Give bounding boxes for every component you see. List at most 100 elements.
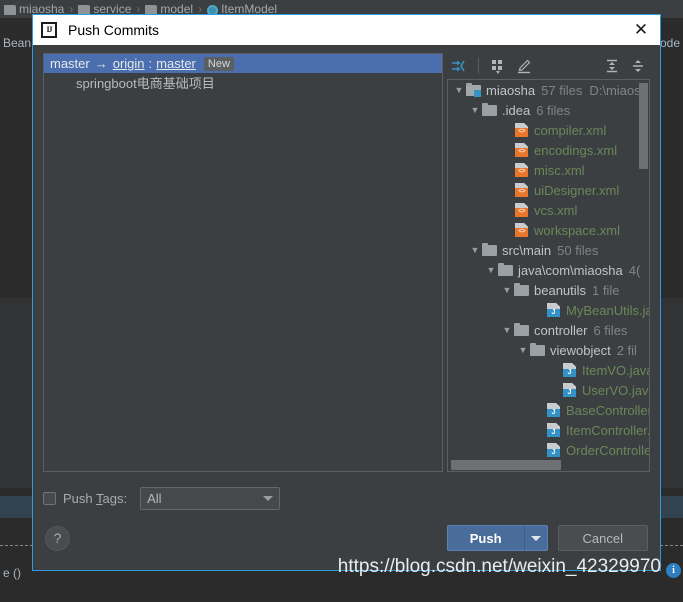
tree-expand-toggle-icon[interactable]: ▼ bbox=[468, 105, 482, 115]
tree-row[interactable]: ▼java\com\miaosha4( bbox=[448, 260, 649, 280]
dialog-titlebar: IJ Push Commits ✕ bbox=[33, 15, 660, 45]
collapse-all-icon[interactable] bbox=[626, 55, 650, 77]
tree-row[interactable]: ▼ src\main 50 files bbox=[448, 240, 649, 260]
push-tags-value: All bbox=[147, 491, 263, 506]
tree-vertical-scrollbar[interactable] bbox=[639, 81, 648, 459]
commit-list[interactable]: master → origin : master New springboot电… bbox=[43, 53, 443, 472]
java-file-icon bbox=[546, 302, 562, 318]
tree-row[interactable]: compiler.xml bbox=[448, 120, 649, 140]
close-icon[interactable]: ✕ bbox=[626, 17, 656, 43]
tree-node-file-count: 57 files bbox=[541, 83, 582, 98]
tree-node-name: uiDesigner.xml bbox=[534, 183, 619, 198]
tree-toolbar bbox=[447, 53, 650, 79]
scrollbar-thumb[interactable] bbox=[639, 83, 648, 169]
tree-row[interactable]: ItemVO.java bbox=[448, 360, 649, 380]
tree-node-name: viewobject bbox=[550, 343, 611, 358]
status-badge: New bbox=[204, 57, 234, 71]
xml-file-icon bbox=[514, 182, 530, 198]
commit-message: springboot电商基础项目 bbox=[76, 73, 215, 92]
push-dropdown-arrow-icon[interactable] bbox=[524, 525, 548, 551]
folder-icon bbox=[4, 5, 16, 15]
chevron-down-icon bbox=[263, 496, 273, 501]
folder-icon bbox=[482, 242, 498, 258]
tree-expand-toggle-icon[interactable]: ▼ bbox=[516, 345, 530, 355]
tree-horizontal-scrollbar[interactable] bbox=[449, 460, 638, 470]
show-diff-icon[interactable] bbox=[447, 55, 471, 77]
folder-module-icon bbox=[466, 82, 482, 98]
tree-row[interactable]: ▼miaosha57 filesD:\miaosh bbox=[448, 80, 649, 100]
tree-node-name: MyBeanUtils.ja bbox=[566, 303, 649, 318]
tree-row[interactable]: OrderControlle bbox=[448, 440, 649, 460]
tree-row[interactable]: BaseController bbox=[448, 400, 649, 420]
tree-node-name: vcs.xml bbox=[534, 203, 577, 218]
folder-icon bbox=[498, 262, 514, 278]
group-by-icon[interactable] bbox=[486, 55, 510, 77]
tree-expand-toggle-icon[interactable]: ▼ bbox=[500, 325, 514, 335]
tree-expand-toggle-icon[interactable]: ▼ bbox=[500, 285, 514, 295]
tree-rows-container: ▼miaosha57 filesD:\miaosh▼.idea6 filesco… bbox=[448, 80, 649, 471]
tree-row[interactable]: ItemController. bbox=[448, 420, 649, 440]
xml-file-icon bbox=[514, 202, 530, 218]
remote-link[interactable]: origin bbox=[113, 56, 145, 71]
tree-row[interactable]: ▼ viewobject 2 fil bbox=[448, 340, 649, 360]
editor-text-left-bottom: e () bbox=[3, 566, 21, 580]
list-item[interactable]: springboot电商基础项目 bbox=[44, 73, 442, 92]
dialog-split-panes: master → origin : master New springboot电… bbox=[43, 53, 650, 472]
commit-group-header[interactable]: master → origin : master New bbox=[44, 54, 442, 73]
tree-node-name: OrderControlle bbox=[566, 443, 649, 458]
push-tags-checkbox[interactable]: Push Tags: bbox=[43, 491, 127, 506]
expand-all-icon[interactable] bbox=[600, 55, 624, 77]
edit-source-icon[interactable] bbox=[512, 55, 536, 77]
folder-icon bbox=[530, 342, 546, 358]
scrollbar-thumb[interactable] bbox=[451, 460, 561, 470]
arrow-right-icon: → bbox=[90, 56, 113, 71]
tree-node-name: workspace.xml bbox=[534, 223, 620, 238]
tree-row[interactable]: workspace.xml bbox=[448, 220, 649, 240]
tree-node-name: compiler.xml bbox=[534, 123, 606, 138]
toolbar-divider bbox=[478, 58, 479, 74]
cancel-button[interactable]: Cancel bbox=[558, 525, 648, 551]
java-file-icon bbox=[546, 402, 562, 418]
folder-icon bbox=[514, 282, 530, 298]
tree-node-file-count: 1 file bbox=[592, 283, 619, 298]
intellij-idea-icon: IJ bbox=[41, 22, 57, 38]
push-tags-label: Push Tags: bbox=[63, 491, 127, 506]
commits-pane: master → origin : master New springboot电… bbox=[43, 53, 443, 472]
dialog-footer: ? Push Cancel bbox=[33, 514, 660, 570]
push-button[interactable]: Push bbox=[447, 525, 524, 551]
tree-node-file-count: 2 fil bbox=[617, 343, 637, 358]
tree-row[interactable]: encodings.xml bbox=[448, 140, 649, 160]
target-branch-link[interactable]: master bbox=[156, 56, 196, 71]
tree-node-name: encodings.xml bbox=[534, 143, 617, 158]
tree-node-file-count: 6 files bbox=[593, 323, 627, 338]
java-file-icon bbox=[562, 382, 578, 398]
changed-files-tree[interactable]: ▼miaosha57 filesD:\miaosh▼.idea6 filesco… bbox=[447, 79, 650, 472]
tree-node-name: controller bbox=[534, 323, 587, 338]
tree-row[interactable]: MyBeanUtils.ja bbox=[448, 300, 649, 320]
tree-row[interactable]: ▼.idea6 files bbox=[448, 100, 649, 120]
dialog-body: master → origin : master New springboot电… bbox=[33, 45, 660, 514]
help-button[interactable]: ? bbox=[45, 526, 70, 551]
tree-row[interactable]: uiDesigner.xml bbox=[448, 180, 649, 200]
tree-row[interactable]: vcs.xml bbox=[448, 200, 649, 220]
java-file-icon bbox=[546, 422, 562, 438]
tree-expand-toggle-icon[interactable]: ▼ bbox=[484, 265, 498, 275]
tree-expand-toggle-icon[interactable]: ▼ bbox=[452, 85, 466, 95]
java-file-icon bbox=[562, 362, 578, 378]
tree-row[interactable]: ▼beanutils1 file bbox=[448, 280, 649, 300]
tree-row[interactable]: misc.xml bbox=[448, 160, 649, 180]
tree-node-name: java\com\miaosha bbox=[518, 263, 623, 278]
tree-node-name: ItemController. bbox=[566, 423, 649, 438]
tree-node-name: src\main bbox=[502, 243, 551, 258]
xml-file-icon bbox=[514, 122, 530, 138]
tree-row[interactable]: ▼ controller 6 files bbox=[448, 320, 649, 340]
tree-node-name: .idea bbox=[502, 103, 530, 118]
push-split-button: Push bbox=[447, 525, 548, 551]
xml-file-icon bbox=[514, 162, 530, 178]
folder-icon bbox=[514, 322, 530, 338]
checkbox-box[interactable] bbox=[43, 492, 56, 505]
tree-row[interactable]: UserVO.java bbox=[448, 380, 649, 400]
tree-expand-toggle-icon[interactable]: ▼ bbox=[468, 245, 482, 255]
tree-node-file-count: 50 files bbox=[557, 243, 598, 258]
push-tags-select[interactable]: All bbox=[140, 487, 280, 510]
